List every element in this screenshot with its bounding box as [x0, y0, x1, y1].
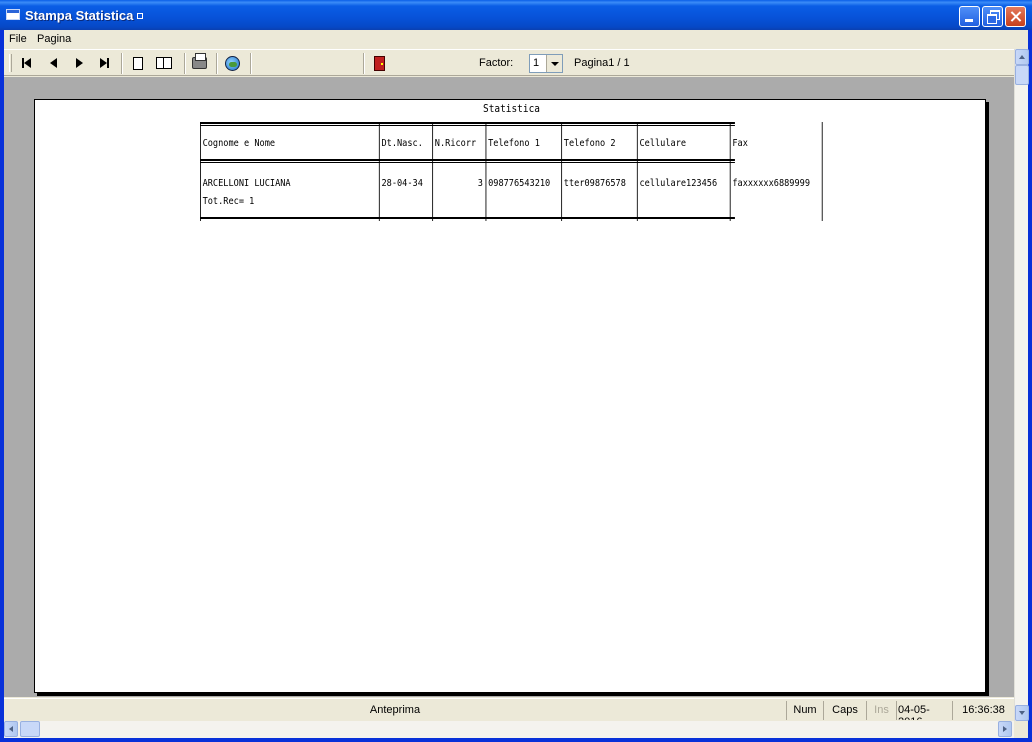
- application-window: Stampa Statistica File Pagina Factor: 1 …: [0, 0, 1032, 742]
- table-cell: 3: [477, 178, 483, 189]
- factor-label: Factor:: [479, 57, 514, 69]
- table-cell: faxxxxxx6889999: [732, 178, 811, 189]
- horizontal-scroll-thumb[interactable]: [20, 721, 40, 737]
- table-cell: cellulare123456: [639, 178, 718, 189]
- status-bar: Anteprima Num Caps Ins 04-05-2016 16:36:…: [4, 698, 1014, 721]
- status-ins: Ins: [866, 701, 896, 720]
- report-column: Dt.Nasc. 28-04-34: [380, 122, 434, 221]
- preview-area[interactable]: Statistica Cognome e Nome ARCELLONI LUCI…: [4, 77, 1014, 697]
- column-header: Telefono 1: [488, 138, 540, 149]
- status-date: 04-05-2016: [896, 701, 952, 720]
- scroll-down-icon[interactable]: [1015, 705, 1029, 721]
- scroll-corner: [1014, 721, 1028, 738]
- printer-icon[interactable]: [190, 53, 208, 72]
- table-cell: 28-04-34: [381, 178, 423, 189]
- column-header: Fax: [732, 138, 748, 149]
- column-header: Dt.Nasc.: [381, 138, 423, 149]
- column-header: Telefono 2: [563, 138, 616, 149]
- toolbar-separator: [184, 53, 186, 74]
- table-cell: 098776543210: [488, 178, 551, 189]
- scroll-right-icon[interactable]: [998, 721, 1012, 737]
- status-time: 16:36:38: [952, 701, 1014, 720]
- factor-value: 1: [533, 57, 540, 69]
- report-column: Fax faxxxxxx6889999: [731, 122, 823, 221]
- report-title: Statistica: [483, 102, 540, 115]
- status-main-text: Anteprima: [369, 704, 421, 716]
- app-icon[interactable]: [6, 9, 20, 20]
- page-indicator: Pagina1 / 1: [574, 57, 630, 69]
- toolbar: Factor: 1 Pagina1 / 1: [4, 49, 1014, 76]
- client-area: File Pagina Factor: 1 Pagina1 / 1 Statis…: [4, 30, 1029, 738]
- window-title: Stampa Statistica: [25, 8, 134, 23]
- minimize-button[interactable]: [959, 6, 980, 27]
- report-column: Telefono 1 098776543210: [486, 122, 563, 221]
- total-records: Tot.Rec= 1: [202, 196, 255, 207]
- exit-door-icon[interactable]: [370, 54, 388, 72]
- last-page-icon[interactable]: [95, 54, 113, 72]
- two-pages-icon[interactable]: [155, 54, 173, 72]
- horizontal-scrollbar[interactable]: [4, 721, 1014, 738]
- single-page-icon[interactable]: [129, 54, 147, 72]
- table-cell: ARCELLONI LUCIANA: [202, 178, 291, 189]
- column-header: N.Ricorr: [434, 138, 477, 149]
- scroll-left-icon[interactable]: [4, 721, 18, 737]
- next-page-icon[interactable]: [70, 54, 88, 72]
- report-column: Cellulare cellulare123456: [638, 122, 731, 221]
- status-num: Num: [786, 701, 823, 720]
- report-column: Cognome e Nome ARCELLONI LUCIANA Tot.Rec…: [200, 122, 380, 221]
- toolbar-separator: [250, 53, 252, 74]
- toolbar-separator: [216, 53, 218, 74]
- first-page-icon[interactable]: [17, 54, 35, 72]
- globe-icon[interactable]: [223, 54, 241, 72]
- title-bar[interactable]: Stampa Statistica: [0, 0, 1032, 30]
- status-caps: Caps: [823, 701, 866, 720]
- report-column: N.Ricorr 3: [433, 122, 487, 221]
- factor-select[interactable]: 1: [529, 54, 563, 73]
- vertical-scroll-thumb[interactable]: [1015, 65, 1029, 85]
- restore-button[interactable]: [982, 6, 1003, 27]
- chevron-down-icon[interactable]: [546, 55, 562, 72]
- toolbar-grip[interactable]: [9, 54, 12, 72]
- menu-bar: File Pagina: [4, 30, 1028, 49]
- close-button[interactable]: [1005, 6, 1026, 27]
- column-header: Cognome e Nome: [202, 138, 276, 149]
- column-header: Cellulare: [639, 138, 687, 149]
- scroll-up-icon[interactable]: [1015, 49, 1029, 65]
- table-cell: tter09876578: [563, 178, 626, 189]
- vertical-scrollbar[interactable]: [1014, 49, 1029, 721]
- menu-pagina[interactable]: Pagina: [37, 33, 71, 45]
- prev-page-icon[interactable]: [44, 54, 62, 72]
- toolbar-separator: [121, 53, 123, 74]
- toolbar-separator: [363, 53, 365, 74]
- report-table: Cognome e Nome ARCELLONI LUCIANA Tot.Rec…: [200, 122, 823, 221]
- title-square-icon: [137, 13, 143, 19]
- menu-file[interactable]: File: [9, 33, 27, 45]
- report-page: Statistica Cognome e Nome ARCELLONI LUCI…: [34, 99, 986, 693]
- report-column: Telefono 2 tter09876578: [562, 122, 638, 221]
